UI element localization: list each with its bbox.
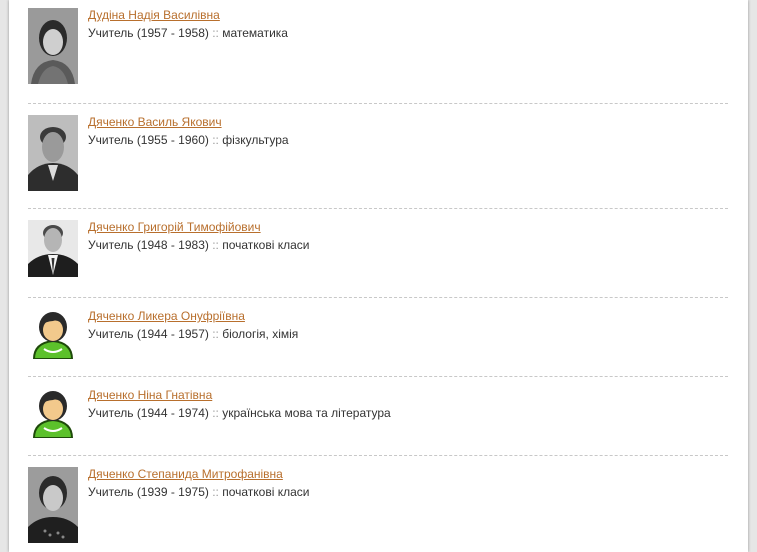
teacher-role: Учитель xyxy=(88,238,134,252)
divider xyxy=(28,376,728,377)
list-item: Дудіна Надія Василівна Учитель (1957 - 1… xyxy=(28,8,728,88)
teacher-role: Учитель xyxy=(88,327,134,341)
teacher-photo[interactable] xyxy=(28,467,78,543)
teacher-details: Учитель (1944 - 1974) :: українська мова… xyxy=(88,406,391,421)
teacher-photo[interactable] xyxy=(28,8,78,84)
divider xyxy=(28,297,728,298)
separator: :: xyxy=(212,26,219,40)
teacher-name-link[interactable]: Дяченко Григорій Тимофійович xyxy=(88,220,261,235)
female-avatar-icon[interactable] xyxy=(28,388,78,445)
teacher-subject: математика xyxy=(222,26,288,40)
teacher-years: (1944 - 1974) xyxy=(136,406,209,420)
teacher-role: Учитель xyxy=(88,485,134,499)
teacher-name-link[interactable]: Дудіна Надія Василівна xyxy=(88,8,220,23)
teacher-name-link[interactable]: Дяченко Василь Якович xyxy=(88,115,222,130)
teacher-years: (1939 - 1975) xyxy=(136,485,209,499)
list-item: Дяченко Ликера Онуфріївна Учитель (1944 … xyxy=(28,309,728,361)
female-avatar-icon[interactable] xyxy=(28,309,78,366)
teacher-name-link[interactable]: Дяченко Ніна Гнатівна xyxy=(88,388,212,403)
teacher-subject: початкові класи xyxy=(222,238,310,252)
divider xyxy=(28,208,728,209)
teacher-subject: українська мова та література xyxy=(222,406,391,420)
list-item: Дяченко Василь Якович Учитель (1955 - 19… xyxy=(28,115,728,193)
teacher-name-link[interactable]: Дяченко Ликера Онуфріївна xyxy=(88,309,245,324)
teacher-details: Учитель (1957 - 1958) :: математика xyxy=(88,26,288,41)
teacher-years: (1957 - 1958) xyxy=(136,26,209,40)
divider xyxy=(28,103,728,104)
teacher-subject: біологія, хімія xyxy=(222,327,299,341)
teacher-role: Учитель xyxy=(88,133,134,147)
teacher-years: (1944 - 1957) xyxy=(136,327,209,341)
teacher-details: Учитель (1955 - 1960) :: фізкультура xyxy=(88,133,289,148)
teacher-role: Учитель xyxy=(88,26,134,40)
list-item: Дяченко Степанида Митрофанівна Учитель (… xyxy=(28,467,728,547)
separator: :: xyxy=(212,238,219,252)
separator: :: xyxy=(212,485,219,499)
teacher-details: Учитель (1939 - 1975) :: початкові класи xyxy=(88,485,309,500)
divider xyxy=(28,455,728,456)
teacher-role: Учитель xyxy=(88,406,134,420)
teacher-name-link[interactable]: Дяченко Степанида Митрофанівна xyxy=(88,467,283,482)
teacher-photo[interactable] xyxy=(28,220,78,277)
teacher-years: (1948 - 1983) xyxy=(136,238,209,252)
separator: :: xyxy=(212,406,219,420)
list-item: Дяченко Григорій Тимофійович Учитель (19… xyxy=(28,220,728,280)
teacher-subject: початкові класи xyxy=(222,485,310,499)
teacher-photo[interactable] xyxy=(28,115,78,191)
list-item: Дяченко Ніна Гнатівна Учитель (1944 - 19… xyxy=(28,388,728,440)
separator: :: xyxy=(212,133,219,147)
teacher-list-panel: Дудіна Надія Василівна Учитель (1957 - 1… xyxy=(9,0,748,552)
separator: :: xyxy=(212,327,219,341)
teacher-details: Учитель (1948 - 1983) :: початкові класи xyxy=(88,238,309,253)
teacher-subject: фізкультура xyxy=(222,133,289,147)
teacher-years: (1955 - 1960) xyxy=(136,133,209,147)
teacher-details: Учитель (1944 - 1957) :: біологія, хімія xyxy=(88,327,298,342)
